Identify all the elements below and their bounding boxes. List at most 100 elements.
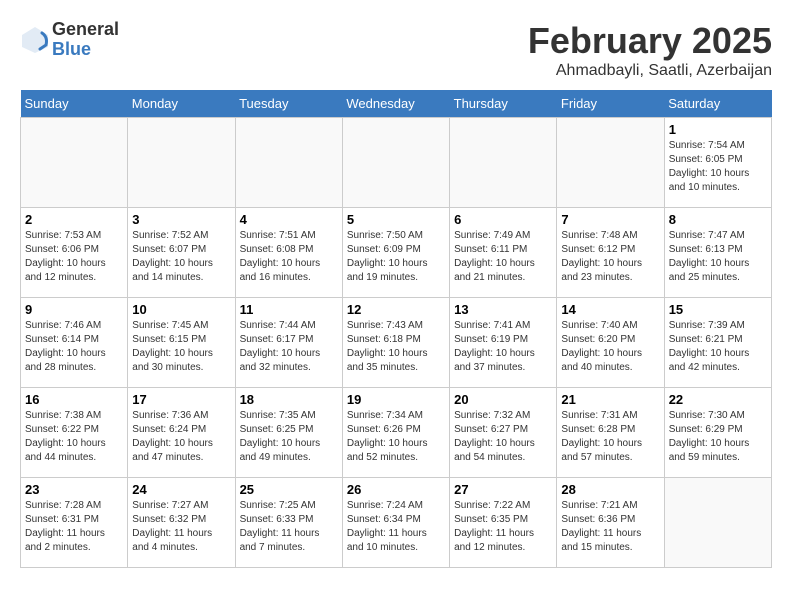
day-info: Sunrise: 7:32 AM Sunset: 6:27 PM Dayligh… — [454, 409, 552, 465]
day-info: Sunrise: 7:40 AM Sunset: 6:20 PM Dayligh… — [561, 319, 659, 375]
calendar-header-wednesday: Wednesday — [342, 90, 449, 118]
day-number: 22 — [669, 392, 767, 407]
day-number: 8 — [669, 212, 767, 227]
day-number: 13 — [454, 302, 552, 317]
calendar-cell: 26 Sunrise: 7:24 AM Sunset: 6:34 PM Dayli… — [342, 478, 449, 568]
calendar-cell: 28Sunrise: 7:21 AM Sunset: 6:36 PM Dayli… — [557, 478, 664, 568]
calendar-header-friday: Friday — [557, 90, 664, 118]
calendar-cell — [557, 118, 664, 208]
day-number: 27 — [454, 482, 552, 497]
day-info: Sunrise: 7:25 AM Sunset: 6:33 PM Dayligh… — [240, 499, 338, 555]
day-info: Sunrise: 7:22 AM Sunset: 6:35 PM Dayligh… — [454, 499, 552, 555]
calendar-cell: 24 Sunrise: 7:27 AM Sunset: 6:32 PM Dayli… — [128, 478, 235, 568]
calendar-week-row: 16 Sunrise: 7:38 AM Sunset: 6:22 PM Dayli… — [21, 388, 772, 478]
day-info: Sunrise: 7:45 AM Sunset: 6:15 PM Dayligh… — [132, 319, 230, 375]
calendar-cell: 17Sunrise: 7:36 AM Sunset: 6:24 PM Dayli… — [128, 388, 235, 478]
day-info: Sunrise: 7:31 AM Sunset: 6:28 PM Dayligh… — [561, 409, 659, 465]
day-number: 7 — [561, 212, 659, 227]
calendar-cell: 18 Sunrise: 7:35 AM Sunset: 6:25 PM Dayli… — [235, 388, 342, 478]
day-number: 20 — [454, 392, 552, 407]
day-info: Sunrise: 7:48 AM Sunset: 6:12 PM Dayligh… — [561, 229, 659, 285]
day-info: Sunrise: 7:47 AM Sunset: 6:13 PM Dayligh… — [669, 229, 767, 285]
calendar-week-row: 2 Sunrise: 7:53 AM Sunset: 6:06 PM Daylig… — [21, 208, 772, 298]
calendar-header-sunday: Sunday — [21, 90, 128, 118]
day-info: Sunrise: 7:34 AM Sunset: 6:26 PM Dayligh… — [347, 409, 445, 465]
calendar-cell — [21, 118, 128, 208]
day-info: Sunrise: 7:50 AM Sunset: 6:09 PM Dayligh… — [347, 229, 445, 285]
calendar-cell: 5 Sunrise: 7:50 AM Sunset: 6:09 PM Daylig… — [342, 208, 449, 298]
calendar-cell: 3 Sunrise: 7:52 AM Sunset: 6:07 PM Daylig… — [128, 208, 235, 298]
calendar-header-saturday: Saturday — [664, 90, 771, 118]
calendar-cell — [450, 118, 557, 208]
day-number: 11 — [240, 302, 338, 317]
calendar-header-thursday: Thursday — [450, 90, 557, 118]
day-info: Sunrise: 7:27 AM Sunset: 6:32 PM Dayligh… — [132, 499, 230, 555]
day-number: 3 — [132, 212, 230, 227]
day-number: 1 — [669, 122, 767, 137]
calendar-week-row: 1 Sunrise: 7:54 AM Sunset: 6:05 PM Daylig… — [21, 118, 772, 208]
day-info: Sunrise: 7:54 AM Sunset: 6:05 PM Dayligh… — [669, 139, 767, 195]
calendar-cell: 14 Sunrise: 7:40 AM Sunset: 6:20 PM Dayli… — [557, 298, 664, 388]
logo-text: General Blue — [52, 20, 119, 60]
calendar-cell: 11 Sunrise: 7:44 AM Sunset: 6:17 PM Dayli… — [235, 298, 342, 388]
calendar-cell: 22 Sunrise: 7:30 AM Sunset: 6:29 PM Dayli… — [664, 388, 771, 478]
calendar-cell: 2 Sunrise: 7:53 AM Sunset: 6:06 PM Daylig… — [21, 208, 128, 298]
month-title: February 2025 — [528, 20, 772, 62]
day-info: Sunrise: 7:53 AM Sunset: 6:06 PM Dayligh… — [25, 229, 123, 285]
calendar-cell: 16 Sunrise: 7:38 AM Sunset: 6:22 PM Dayli… — [21, 388, 128, 478]
title-block: February 2025 Ahmadbayli, Saatli, Azerba… — [528, 20, 772, 80]
day-number: 5 — [347, 212, 445, 227]
calendar-cell: 10 Sunrise: 7:45 AM Sunset: 6:15 PM Dayli… — [128, 298, 235, 388]
day-number: 10 — [132, 302, 230, 317]
page-header: General Blue February 2025 Ahmadbayli, S… — [20, 20, 772, 80]
logo-icon — [20, 25, 50, 55]
day-number: 18 — [240, 392, 338, 407]
day-info: Sunrise: 7:46 AM Sunset: 6:14 PM Dayligh… — [25, 319, 123, 375]
calendar-week-row: 23Sunrise: 7:28 AM Sunset: 6:31 PM Dayli… — [21, 478, 772, 568]
day-number: 25 — [240, 482, 338, 497]
day-number: 9 — [25, 302, 123, 317]
day-info: Sunrise: 7:39 AM Sunset: 6:21 PM Dayligh… — [669, 319, 767, 375]
calendar-cell: 23Sunrise: 7:28 AM Sunset: 6:31 PM Dayli… — [21, 478, 128, 568]
calendar-cell — [128, 118, 235, 208]
calendar-cell: 6 Sunrise: 7:49 AM Sunset: 6:11 PM Daylig… — [450, 208, 557, 298]
calendar-cell: 13Sunrise: 7:41 AM Sunset: 6:19 PM Dayli… — [450, 298, 557, 388]
day-info: Sunrise: 7:38 AM Sunset: 6:22 PM Dayligh… — [25, 409, 123, 465]
day-number: 16 — [25, 392, 123, 407]
calendar-cell: 19 Sunrise: 7:34 AM Sunset: 6:26 PM Dayli… — [342, 388, 449, 478]
day-info: Sunrise: 7:52 AM Sunset: 6:07 PM Dayligh… — [132, 229, 230, 285]
calendar-header-row: SundayMondayTuesdayWednesdayThursdayFrid… — [21, 90, 772, 118]
day-number: 15 — [669, 302, 767, 317]
logo: General Blue — [20, 20, 119, 60]
day-number: 24 — [132, 482, 230, 497]
day-number: 14 — [561, 302, 659, 317]
calendar-header-tuesday: Tuesday — [235, 90, 342, 118]
calendar-cell — [664, 478, 771, 568]
day-info: Sunrise: 7:44 AM Sunset: 6:17 PM Dayligh… — [240, 319, 338, 375]
calendar-cell — [235, 118, 342, 208]
day-info: Sunrise: 7:51 AM Sunset: 6:08 PM Dayligh… — [240, 229, 338, 285]
calendar-cell: 1 Sunrise: 7:54 AM Sunset: 6:05 PM Daylig… — [664, 118, 771, 208]
calendar-cell: 15 Sunrise: 7:39 AM Sunset: 6:21 PM Dayli… — [664, 298, 771, 388]
calendar-cell: 27 Sunrise: 7:22 AM Sunset: 6:35 PM Dayli… — [450, 478, 557, 568]
day-number: 19 — [347, 392, 445, 407]
day-info: Sunrise: 7:49 AM Sunset: 6:11 PM Dayligh… — [454, 229, 552, 285]
day-info: Sunrise: 7:35 AM Sunset: 6:25 PM Dayligh… — [240, 409, 338, 465]
calendar-cell: 7 Sunrise: 7:48 AM Sunset: 6:12 PM Daylig… — [557, 208, 664, 298]
location-title: Ahmadbayli, Saatli, Azerbaijan — [528, 62, 772, 80]
day-info: Sunrise: 7:30 AM Sunset: 6:29 PM Dayligh… — [669, 409, 767, 465]
day-number: 17 — [132, 392, 230, 407]
calendar-cell: 9 Sunrise: 7:46 AM Sunset: 6:14 PM Daylig… — [21, 298, 128, 388]
day-number: 2 — [25, 212, 123, 227]
day-number: 6 — [454, 212, 552, 227]
calendar-cell: 20 Sunrise: 7:32 AM Sunset: 6:27 PM Dayli… — [450, 388, 557, 478]
calendar-header-monday: Monday — [128, 90, 235, 118]
calendar-table: SundayMondayTuesdayWednesdayThursdayFrid… — [20, 90, 772, 568]
calendar-cell — [342, 118, 449, 208]
day-info: Sunrise: 7:24 AM Sunset: 6:34 PM Dayligh… — [347, 499, 445, 555]
day-number: 28 — [561, 482, 659, 497]
calendar-week-row: 9 Sunrise: 7:46 AM Sunset: 6:14 PM Daylig… — [21, 298, 772, 388]
day-number: 4 — [240, 212, 338, 227]
calendar-cell: 12Sunrise: 7:43 AM Sunset: 6:18 PM Dayli… — [342, 298, 449, 388]
day-number: 26 — [347, 482, 445, 497]
